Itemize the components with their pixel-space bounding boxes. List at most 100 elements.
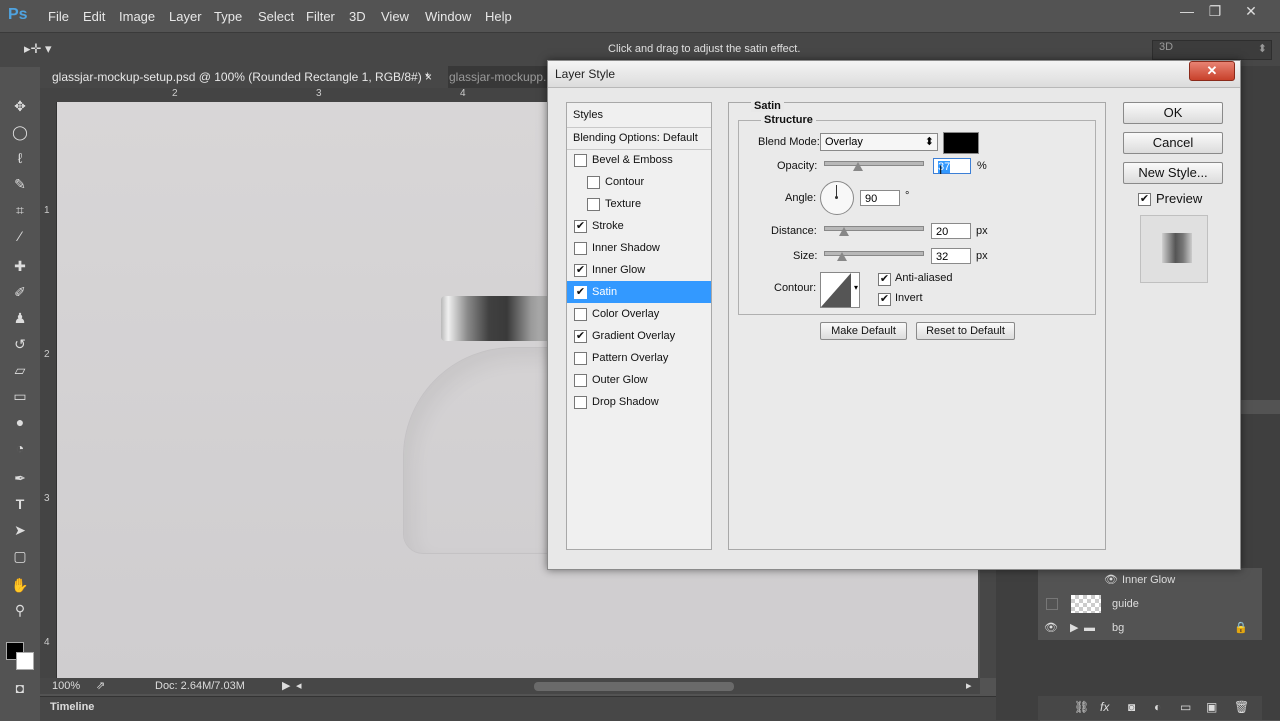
make-default-button[interactable]: Make Default [820,322,907,340]
distance-input[interactable]: 20 [931,223,971,239]
lasso-tool-icon[interactable]: ℓ [10,148,30,168]
size-slider-thumb[interactable] [836,252,847,261]
timeline-tab[interactable]: Timeline [50,701,94,713]
eye-icon[interactable]: 👁 [1044,616,1058,640]
menu-3d[interactable]: 3D [349,9,366,24]
eraser-tool-icon[interactable]: ▱ [10,360,30,380]
healing-brush-icon[interactable]: ✚ [10,256,30,276]
opacity-slider-thumb[interactable] [853,162,864,171]
minimize-button[interactable]: — [1172,3,1202,21]
reset-default-button[interactable]: Reset to Default [916,322,1015,340]
menu-file[interactable]: File [48,9,69,24]
layer-row-bg[interactable]: 👁 ▶ ▬ bg 🔒 [1038,616,1262,640]
anti-aliased-checkbox[interactable]: ✔ [878,273,891,286]
angle-dial[interactable] [820,181,854,215]
style-checkbox[interactable]: ✔ [574,220,587,233]
style-item-color-overlay[interactable]: Color Overlay [567,303,711,325]
preview-checkbox[interactable]: ✔ [1138,193,1151,206]
hand-tool-icon[interactable]: ✋ [10,575,30,595]
dodge-tool-icon[interactable]: ◔ [10,438,30,458]
style-checkbox[interactable] [574,352,587,365]
style-checkbox[interactable] [574,154,587,167]
menu-filter[interactable]: Filter [306,9,335,24]
style-item-satin[interactable]: ✔ Satin [567,281,711,303]
style-item-stroke[interactable]: ✔ Stroke [567,215,711,237]
menu-type[interactable]: Type [214,9,242,24]
horizontal-scroll-thumb[interactable] [534,682,734,691]
style-item-texture[interactable]: Texture [567,193,711,215]
menu-window[interactable]: Window [425,9,471,24]
layer-effect-row[interactable]: 👁 Inner Glow [1038,568,1262,592]
angle-input[interactable]: 90 [860,190,900,206]
dialog-close-button[interactable]: ✕ [1189,61,1235,81]
eye-icon[interactable]: 👁 [1104,568,1118,592]
link-layers-icon[interactable]: ⛓ [1074,700,1089,714]
zoom-level[interactable]: 100% [52,680,80,692]
workspace-select[interactable]: 3D ⬍ [1152,40,1272,60]
pen-tool-icon[interactable]: ✒ [10,468,30,488]
menu-select[interactable]: Select [258,9,294,24]
style-item-pattern-overlay[interactable]: Pattern Overlay [567,347,711,369]
menu-help[interactable]: Help [485,9,512,24]
jar-lid-shape[interactable] [441,296,561,341]
blend-mode-select[interactable]: Overlay ⬍ [820,133,938,151]
blur-tool-icon[interactable]: ● [10,412,30,432]
type-tool-icon[interactable]: T [10,494,30,514]
style-checkbox[interactable] [574,308,587,321]
history-brush-icon[interactable]: ↺ [10,334,30,354]
blending-options-item[interactable]: Blending Options: Default [567,127,711,150]
trash-icon[interactable]: 🗑 [1234,700,1249,714]
zoom-tool-icon[interactable]: ⚲ [10,600,30,620]
style-checkbox[interactable] [574,242,587,255]
move-tool-preset-icon[interactable]: ▸✛ ▾ [24,41,52,57]
move-tool-icon[interactable]: ✥ [10,96,30,116]
styles-header[interactable]: Styles [567,103,711,128]
menu-edit[interactable]: Edit [83,9,105,24]
invert-checkbox[interactable]: ✔ [878,293,891,306]
style-item-drop-shadow[interactable]: Drop Shadow [567,391,711,413]
style-checkbox[interactable] [587,176,600,189]
dialog-title-bar[interactable] [548,61,1240,88]
brush-tool-icon[interactable]: ✐ [10,282,30,302]
style-item-bevel-emboss[interactable]: Bevel & Emboss [567,149,711,171]
style-item-gradient-overlay[interactable]: ✔ Gradient Overlay [567,325,711,347]
group-icon[interactable]: ▭ [1180,700,1191,714]
menu-image[interactable]: Image [119,9,155,24]
style-item-inner-shadow[interactable]: Inner Shadow [567,237,711,259]
style-checkbox[interactable]: ✔ [574,286,587,299]
tab-active[interactable]: glassjar-mockup-setup.psd @ 100% (Rounde… [40,66,448,88]
play-arrow-icon[interactable]: ▶ [282,679,290,692]
mask-icon[interactable]: ◙ [1128,700,1135,714]
style-item-inner-glow[interactable]: ✔ Inner Glow [567,259,711,281]
gradient-tool-icon[interactable]: ▭ [10,386,30,406]
visibility-toggle[interactable] [1046,598,1058,610]
shape-tool-icon[interactable]: ▢ [10,546,30,566]
scroll-left-icon[interactable]: ◂ [296,679,302,692]
crop-tool-icon[interactable]: ⌗ [10,200,30,220]
new-layer-icon[interactable]: ▣ [1206,700,1217,714]
cancel-button[interactable]: Cancel [1123,132,1223,154]
style-checkbox[interactable]: ✔ [574,264,587,277]
quick-select-tool-icon[interactable]: ✎ [10,174,30,194]
fx-icon[interactable]: fx [1100,700,1109,714]
contour-picker[interactable]: ▾ [820,272,860,308]
layer-row-guide[interactable]: guide [1038,592,1262,616]
satin-color-swatch[interactable] [943,132,979,154]
app-close-button[interactable]: ✕ [1236,3,1266,21]
quick-mask-icon[interactable]: ◘ [10,678,30,698]
path-select-icon[interactable]: ➤ [10,520,30,540]
style-checkbox[interactable] [587,198,600,211]
export-icon[interactable]: ⇗ [96,679,105,692]
style-item-outer-glow[interactable]: Outer Glow [567,369,711,391]
style-checkbox[interactable] [574,374,587,387]
distance-slider-thumb[interactable] [838,227,849,236]
opacity-slider-track[interactable] [824,161,924,166]
scroll-right-icon[interactable]: ▸ [966,679,972,692]
size-input[interactable]: 32 [931,248,971,264]
marquee-tool-icon[interactable]: ◯ [10,122,30,142]
expand-arrow-icon[interactable]: ▶ [1070,616,1078,640]
new-style-button[interactable]: New Style... [1123,162,1223,184]
style-item-contour[interactable]: Contour [567,171,711,193]
maximize-button[interactable]: ❐ [1200,3,1230,21]
close-tab-icon[interactable]: × [425,66,432,88]
